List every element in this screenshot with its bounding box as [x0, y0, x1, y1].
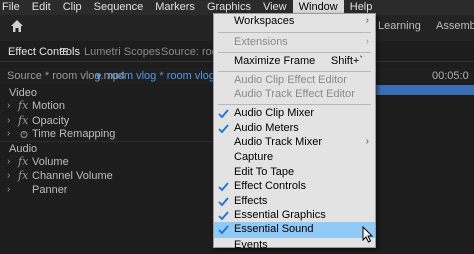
- menu-item-label: Audio Track Effect Editor: [234, 88, 355, 100]
- menu-item-label: Essential Graphics: [234, 209, 326, 221]
- submenu-arrow-icon: ›: [365, 36, 369, 47]
- home-icon[interactable]: [10, 19, 24, 33]
- timeline-clip-bar[interactable]: [376, 85, 474, 95]
- workspace-tab-assembly[interactable]: Assembly: [436, 20, 474, 32]
- expand-chevron-icon[interactable]: ›: [7, 100, 10, 111]
- menu-item-events[interactable]: Events: [214, 238, 375, 254]
- menu-item-label: Extensions: [234, 36, 288, 48]
- timecode-display: 00:05:0: [432, 70, 469, 82]
- menu-item-label: Maximize Frame: [234, 55, 316, 67]
- menu-edit[interactable]: Edit: [26, 0, 57, 15]
- expand-chevron-icon[interactable]: ›: [7, 128, 10, 139]
- menu-separator: [218, 71, 371, 72]
- checkmark-icon: [218, 197, 229, 207]
- menu-separator: [218, 52, 371, 53]
- expand-chevron-icon[interactable]: ›: [7, 184, 10, 195]
- effect-label: Volume: [32, 156, 69, 168]
- tab-effect-controls[interactable]: Effect Controls: [8, 46, 80, 58]
- fx-icon[interactable]: fx: [18, 114, 28, 127]
- effect-label: Motion: [32, 100, 66, 112]
- effect-label: Opacity: [32, 115, 70, 127]
- menu-item-workspaces[interactable]: Workspaces ›: [214, 14, 375, 30]
- menu-item-label: Capture: [234, 151, 274, 163]
- checkmark-icon: [218, 109, 229, 119]
- menu-separator: [218, 32, 371, 33]
- submenu-arrow-icon: ›: [365, 15, 369, 26]
- fx-icon[interactable]: fx: [18, 155, 28, 168]
- expand-chevron-icon[interactable]: ›: [7, 156, 10, 167]
- submenu-arrow-icon: ›: [365, 136, 369, 147]
- tab-lumetri-scopes[interactable]: Lumetri Scopes: [84, 46, 160, 58]
- menu-item-capture[interactable]: Capture: [214, 150, 375, 166]
- checkmark-icon: [218, 225, 229, 235]
- menu-item-maximize-frame[interactable]: Maximize Frame Shift+`: [214, 54, 375, 70]
- sequence-chevron-icon[interactable]: ▾: [96, 70, 102, 83]
- menu-item-label: Audio Clip Mixer: [234, 107, 315, 119]
- stopwatch-icon[interactable]: [20, 130, 28, 138]
- menu-item-audio-clip-mixer[interactable]: Audio Clip Mixer: [214, 106, 375, 122]
- expand-chevron-icon[interactable]: ›: [7, 115, 10, 126]
- menu-item-label: Essential Sound: [234, 223, 314, 235]
- menu-item-audio-track-mixer[interactable]: Audio Track Mixer ›: [214, 135, 375, 151]
- expand-chevron-icon[interactable]: ›: [7, 170, 10, 181]
- menu-item-effect-controls[interactable]: Effect Controls: [214, 179, 375, 195]
- menu-item-shortcut: Shift+`: [330, 55, 363, 67]
- menu-item-label: Edit To Tape: [234, 166, 295, 178]
- mouse-cursor-icon: [362, 226, 374, 243]
- menu-item-label: Effect Controls: [234, 180, 306, 192]
- menu-file[interactable]: File: [0, 0, 26, 15]
- menu-item-label: Audio Track Mixer: [234, 136, 323, 148]
- audio-section-header: Audio: [9, 143, 38, 155]
- menu-item-label: Effects: [234, 195, 268, 207]
- menu-clip[interactable]: Clip: [57, 0, 88, 15]
- video-section-header: Video: [9, 87, 37, 99]
- menu-item-label: Workspaces: [234, 15, 295, 27]
- section-divider: [0, 141, 212, 142]
- menu-item-extensions[interactable]: Extensions ›: [214, 35, 375, 51]
- menu-item-label: Events: [234, 239, 268, 251]
- effect-label: Panner: [32, 184, 68, 196]
- menu-markers[interactable]: Markers: [149, 0, 201, 15]
- menu-item-label: Audio Meters: [234, 122, 299, 134]
- window-dropdown-menu: Workspaces › Extensions › Maximize Frame…: [213, 13, 376, 251]
- menu-sequence[interactable]: Sequence: [88, 0, 150, 15]
- menu-separator: [218, 104, 371, 105]
- menu-item-label: Audio Clip Effect Editor: [234, 74, 347, 86]
- checkmark-icon: [218, 124, 229, 134]
- effect-label: Channel Volume: [32, 170, 113, 182]
- workspace-tab-learning[interactable]: Learning: [378, 20, 421, 32]
- checkmark-icon: [218, 182, 229, 192]
- checkmark-icon: [218, 211, 229, 221]
- menu-item-audio-track-effect-editor[interactable]: Audio Track Effect Editor: [214, 87, 375, 103]
- panel-menu-icon[interactable]: [60, 48, 68, 55]
- fx-icon[interactable]: fx: [18, 169, 28, 182]
- fx-icon[interactable]: fx: [18, 99, 28, 112]
- menu-item-essential-sound[interactable]: Essential Sound: [214, 222, 375, 238]
- effect-label: Time Remapping: [32, 128, 116, 140]
